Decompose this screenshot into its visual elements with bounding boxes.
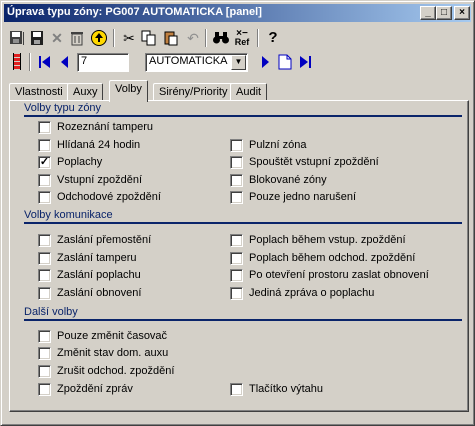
title-bar[interactable]: Úprava typu zóny: PG007 AUTOMATICKA [pan…	[4, 4, 471, 22]
toolbar-navigation: 7 AUTOMATICKA ▼	[5, 50, 470, 74]
zone-type-value: AUTOMATICKA	[149, 55, 228, 67]
option-label: Poplach během odchod. zpoždění	[249, 252, 416, 264]
option-label: Po otevření prostoru zaslat obnovení	[249, 269, 429, 281]
checkbox[interactable]	[230, 269, 243, 282]
option-label: Poplach během vstup. zpoždění	[249, 234, 406, 246]
option-label: Pulzní zóna	[249, 139, 307, 151]
checkbox[interactable]	[230, 174, 243, 187]
dialog-window: Úprava typu zóny: PG007 AUTOMATICKA [pan…	[0, 0, 475, 426]
option-label: Rozeznání tamperu	[57, 121, 153, 133]
checkbox[interactable]	[230, 252, 243, 265]
checkbox[interactable]	[38, 252, 51, 265]
close-button[interactable]: ×	[454, 6, 470, 20]
checkbox[interactable]	[230, 139, 243, 152]
toolbar-separator	[205, 29, 207, 47]
paste-icon[interactable]	[161, 28, 181, 48]
list-icon[interactable]	[7, 52, 27, 72]
checkbox[interactable]	[38, 365, 51, 378]
checkbox[interactable]	[38, 383, 51, 396]
toolbar-separator	[29, 53, 31, 71]
section-title-other: Další volby	[24, 306, 78, 318]
first-record-icon[interactable]	[35, 52, 55, 72]
checkbox[interactable]	[230, 383, 243, 396]
trash-icon[interactable]	[67, 28, 87, 48]
section-title-communication: Volby komunikace	[24, 209, 113, 221]
option-label: Zpoždění zpráv	[57, 383, 133, 395]
zone-type-select[interactable]: AUTOMATICKA ▼	[145, 53, 248, 72]
option-label: Zaslání tamperu	[57, 252, 137, 264]
checkbox[interactable]	[38, 347, 51, 360]
checkbox[interactable]	[38, 330, 51, 343]
tab-sireny-priority[interactable]: Sirény/Priority	[153, 83, 234, 101]
previous-record-icon[interactable]	[55, 52, 75, 72]
checkbox[interactable]	[38, 234, 51, 247]
option-label: Vstupní zpoždění	[57, 174, 143, 186]
toolbar-separator	[257, 29, 259, 47]
minimize-button[interactable]: _	[420, 6, 436, 20]
section-divider	[24, 115, 462, 117]
window-title: Úprava typu zóny: PG007 AUTOMATICKA [pan…	[7, 6, 262, 18]
checkbox[interactable]	[38, 121, 51, 134]
option-label: Zaslání přemostění	[57, 234, 152, 246]
save-all-icon[interactable]	[7, 28, 27, 48]
maximize-button[interactable]: □	[436, 6, 452, 20]
checkbox[interactable]	[230, 191, 243, 204]
option-label: Jediná zpráva o poplachu	[249, 287, 375, 299]
chevron-down-icon[interactable]: ▼	[231, 55, 246, 70]
next-record-icon[interactable]	[255, 52, 275, 72]
ref-icon[interactable]: ×− Ref	[231, 28, 253, 48]
option-label: Spouštět vstupní zpoždění	[249, 156, 379, 168]
new-record-icon[interactable]	[275, 52, 295, 72]
option-label: Odchodové zpoždění	[57, 191, 161, 203]
checkbox[interactable]	[38, 269, 51, 282]
tab-vlastnosti[interactable]: Vlastnosti	[9, 83, 69, 101]
option-label: Hlídaná 24 hodin	[57, 139, 141, 151]
delete-icon[interactable]: ✕	[47, 28, 67, 48]
refresh-icon[interactable]	[89, 28, 109, 48]
option-label: Zaslání obnovení	[57, 287, 142, 299]
checkbox[interactable]	[38, 191, 51, 204]
section-divider	[24, 319, 462, 321]
option-label: Změnit stav dom. auxu	[57, 347, 169, 359]
tab-auxy[interactable]: Auxy	[67, 83, 104, 101]
section-title-zone-type: Volby typu zóny	[24, 102, 102, 114]
find-icon[interactable]	[211, 28, 231, 48]
option-label: Pouze změnit časovač	[57, 330, 168, 342]
checkbox[interactable]	[230, 287, 243, 300]
option-label: Zrušit odchod. zpoždění	[57, 365, 175, 377]
ref-label: Ref	[234, 37, 250, 47]
checkbox[interactable]	[230, 156, 243, 169]
toolbar-separator	[113, 29, 115, 47]
option-label: Poplachy	[57, 156, 103, 168]
checkbox[interactable]	[38, 174, 51, 187]
section-divider	[24, 222, 462, 224]
copy-icon[interactable]	[139, 28, 159, 48]
checkbox[interactable]	[38, 139, 51, 152]
option-label: Tlačítko výtahu	[249, 383, 323, 395]
help-icon[interactable]: ?	[263, 28, 283, 48]
cut-icon[interactable]: ✂	[119, 28, 139, 48]
save-icon[interactable]	[27, 28, 47, 48]
record-number-input[interactable]: 7	[77, 53, 129, 72]
toolbar-main: ✕ ✂ ↶ ×− Ref ?	[5, 26, 470, 50]
tab-panel-volby: Volby typu zóny Rozeznání tamperu Hlídan…	[9, 100, 469, 412]
checkbox[interactable]	[38, 287, 51, 300]
tab-audit[interactable]: Audit	[230, 83, 268, 101]
checkbox-checked[interactable]: ✓	[38, 156, 51, 169]
undo-icon[interactable]: ↶	[183, 28, 203, 48]
tab-volby[interactable]: Volby	[109, 80, 148, 102]
last-record-icon[interactable]	[295, 52, 315, 72]
option-label: Pouze jedno narušení	[249, 191, 357, 203]
option-label: Blokované zóny	[249, 174, 327, 186]
checkbox[interactable]	[230, 234, 243, 247]
option-label: Zaslání poplachu	[57, 269, 141, 281]
